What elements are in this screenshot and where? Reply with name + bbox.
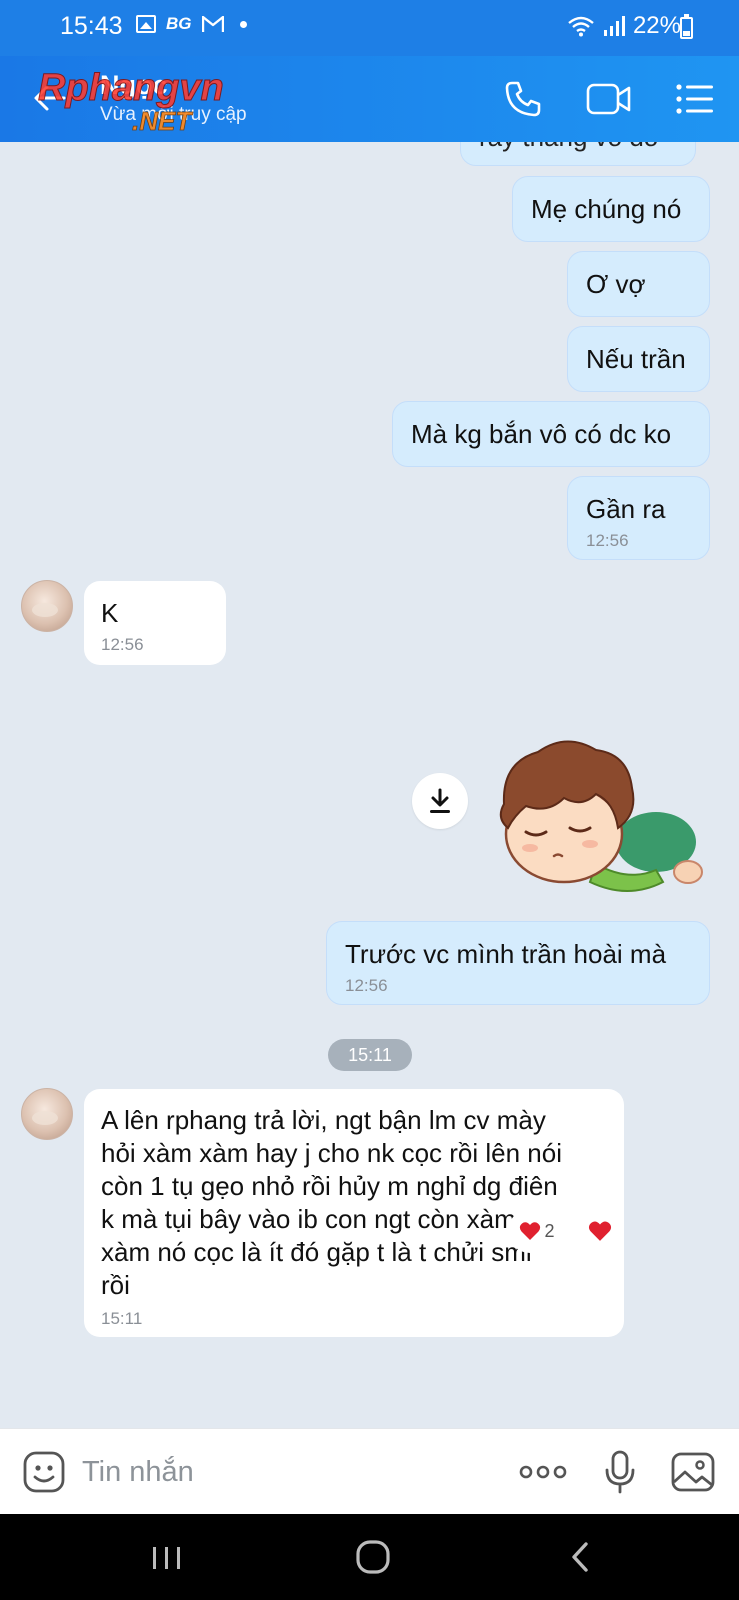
carrier-tag: BG (166, 14, 192, 33)
contact-name[interactable]: Ngọc (100, 70, 168, 101)
more-dots-icon[interactable] (518, 1457, 568, 1487)
more-notifications-dot-icon (239, 20, 247, 28)
home-icon[interactable] (349, 1534, 399, 1580)
message-text: Mà kg bắn vô có dc ko (411, 419, 672, 449)
heart-icon (520, 1222, 541, 1240)
react-heart-button[interactable] (578, 1209, 622, 1253)
message-input[interactable] (82, 1449, 482, 1495)
message-time: 12:56 (345, 976, 388, 995)
microphone-icon[interactable] (603, 1449, 637, 1495)
sleeping-boy-sticker[interactable] (478, 732, 713, 907)
status-bar: 15:43 BG 22% (0, 0, 739, 56)
message-outgoing[interactable]: Ơ vợ (567, 251, 710, 317)
reaction-summary[interactable]: 2 (508, 1209, 566, 1253)
message-outgoing[interactable]: Nếu trần (567, 326, 710, 392)
nav-back-icon[interactable] (556, 1534, 606, 1580)
reaction-count: 2 (544, 1220, 555, 1241)
chat-header: Ngọc Vừa mới truy cập Rphangvn .NET (0, 56, 739, 142)
notification-icons: BG (136, 14, 247, 34)
message-outgoing-partial[interactable]: rầy thằng vô đó (460, 142, 696, 166)
message-text: Trước vc mình trần hoài mà (345, 939, 667, 969)
battery-percent: 22% (632, 12, 681, 39)
message-incoming[interactable]: K 12:56 (84, 581, 226, 665)
battery-icon (680, 14, 693, 39)
emoji-sticker-icon[interactable] (22, 1450, 66, 1494)
message-text: Gần ra (586, 494, 666, 524)
message-outgoing[interactable]: Mẹ chúng nó (512, 176, 710, 242)
call-button[interactable] (500, 76, 546, 122)
phone-icon (505, 81, 541, 117)
composer-bar (0, 1428, 739, 1514)
contact-status: Vừa mới truy cập (100, 104, 247, 125)
message-text: Ơ vợ (586, 269, 646, 299)
gallery-image-icon[interactable] (670, 1451, 716, 1493)
menu-button[interactable] (672, 76, 718, 122)
message-list[interactable]: rầy thằng vô đó Mẹ chúng nó Ơ vợ Nếu trầ… (0, 142, 739, 1428)
message-text: K (101, 598, 119, 628)
message-outgoing[interactable]: Trước vc mình trần hoài mà 12:56 (326, 921, 710, 1005)
message-outgoing[interactable]: Gần ra 12:56 (567, 476, 710, 560)
message-text: Mẹ chúng nó (531, 194, 682, 224)
heart-icon (588, 1221, 612, 1241)
android-nav-bar (0, 1514, 739, 1600)
message-text: A lên rphang trả lời, ngt bận lm cv mày … (101, 1105, 562, 1300)
message-text: rầy thằng vô đó (479, 142, 677, 167)
chat-screen: 15:43 BG 22% Ngọc Vừa mới truy cập Rphan… (0, 0, 739, 1600)
recent-apps-icon[interactable] (142, 1534, 192, 1580)
message-time: 12:56 (586, 531, 629, 550)
gmail-notification-icon (201, 15, 224, 33)
video-call-button[interactable] (586, 76, 632, 122)
video-camera-icon (586, 83, 631, 115)
wifi-icon (568, 16, 594, 37)
download-icon (430, 788, 450, 813)
message-outgoing[interactable]: Mà kg bắn vô có dc ko (392, 401, 710, 467)
message-time: 15:11 (101, 1309, 143, 1328)
contact-avatar[interactable] (21, 580, 73, 632)
status-time: 15:43 (60, 12, 123, 40)
back-arrow-icon[interactable] (30, 78, 70, 118)
signal-icon (603, 16, 625, 36)
time-divider: 15:11 (328, 1039, 412, 1071)
message-text: Nếu trần (586, 344, 686, 374)
system-indicators: 22% (567, 12, 681, 40)
gallery-notification-icon (136, 15, 156, 33)
sticker-download-button[interactable] (412, 773, 468, 829)
list-menu-icon (676, 84, 713, 114)
contact-avatar[interactable] (21, 1088, 73, 1140)
message-time: 12:56 (101, 635, 144, 654)
